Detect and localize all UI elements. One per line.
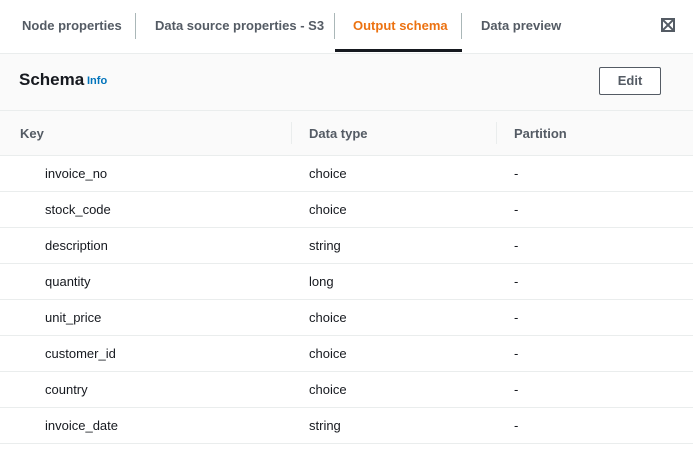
column-header-data-type: Data type	[309, 126, 368, 141]
page-title: Schema	[19, 70, 85, 89]
cell-data-type: choice	[309, 310, 347, 325]
cell-partition: -	[514, 166, 519, 181]
cell-key: unit_price	[45, 310, 102, 325]
column-separator	[291, 122, 292, 144]
column-header-partition: Partition	[514, 126, 567, 141]
cell-key: customer_id	[45, 346, 116, 361]
cell-data-type: long	[309, 274, 334, 289]
table-body: invoice_no choice - stock_code choice - …	[0, 156, 693, 444]
tab-node-properties[interactable]: Node properties	[22, 0, 122, 52]
edit-button[interactable]: Edit	[599, 67, 661, 95]
table-row: country choice -	[0, 372, 693, 408]
active-tab-indicator	[335, 49, 462, 52]
cell-data-type: choice	[309, 346, 347, 361]
tab-data-source-properties[interactable]: Data source properties - S3	[155, 0, 324, 52]
cell-key: stock_code	[45, 202, 111, 217]
expand-icon[interactable]	[658, 15, 678, 35]
info-link[interactable]: Info	[87, 75, 107, 87]
table-row: description string -	[0, 228, 693, 264]
cell-key: quantity	[45, 274, 91, 289]
cell-data-type: choice	[309, 202, 347, 217]
table-row: invoice_no choice -	[0, 156, 693, 192]
cell-key: invoice_date	[45, 418, 118, 433]
cell-key: description	[45, 238, 108, 253]
cell-partition: -	[514, 346, 519, 361]
cell-partition: -	[514, 202, 519, 217]
cell-partition: -	[514, 238, 519, 253]
table-row: customer_id choice -	[0, 336, 693, 372]
tab-separator	[461, 13, 462, 39]
table-row: invoice_date string -	[0, 408, 693, 444]
cell-data-type: choice	[309, 166, 347, 181]
cell-partition: -	[514, 310, 519, 325]
column-header-key: Key	[20, 126, 44, 141]
table-row: stock_code choice -	[0, 192, 693, 228]
tab-bar: Node properties Data source properties -…	[0, 0, 693, 54]
tab-separator	[135, 13, 136, 39]
cell-data-type: string	[309, 418, 341, 433]
cell-partition: -	[514, 274, 519, 289]
schema-header: Schema Info Edit	[0, 54, 693, 111]
table-row: unit_price choice -	[0, 300, 693, 336]
table-row: quantity long -	[0, 264, 693, 300]
cell-data-type: string	[309, 238, 341, 253]
cell-partition: -	[514, 418, 519, 433]
tab-data-preview[interactable]: Data preview	[481, 0, 561, 52]
table-header: Key Data type Partition	[0, 111, 693, 156]
cell-key: invoice_no	[45, 166, 108, 181]
cell-partition: -	[514, 382, 519, 397]
cell-data-type: choice	[309, 382, 347, 397]
tab-separator	[334, 13, 335, 39]
cell-key: country	[45, 382, 88, 397]
tab-output-schema[interactable]: Output schema	[353, 0, 448, 52]
column-separator	[496, 122, 497, 144]
